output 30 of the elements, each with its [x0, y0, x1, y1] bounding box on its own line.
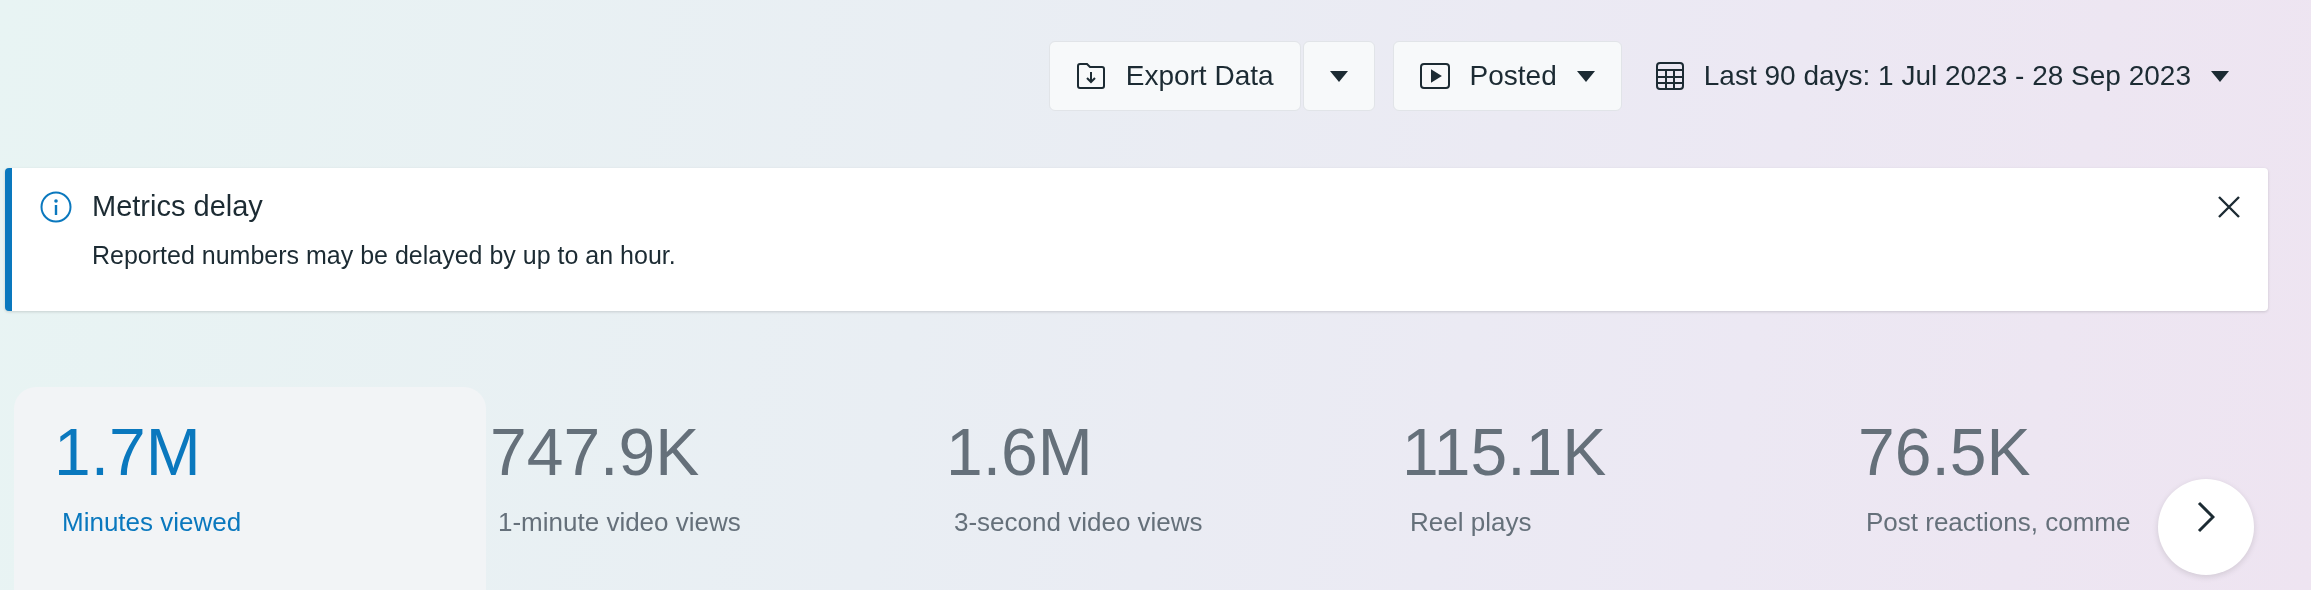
metric-tile[interactable]: 1.6M 3-second video views — [926, 387, 1382, 590]
notice-message: Reported numbers may be delayed by up to an hour. — [92, 243, 677, 268]
caret-icon — [1329, 70, 1348, 82]
metric-label: Reel plays — [1410, 507, 1532, 538]
calendar-icon — [1655, 62, 1684, 90]
posted-filter-button[interactable]: Posted — [1392, 41, 1622, 111]
caret-icon — [2211, 70, 2229, 82]
metric-tile[interactable]: 115.1K Reel plays — [1382, 387, 1838, 590]
metric-value: 747.9K — [490, 419, 700, 485]
metric-value: 76.5K — [1858, 419, 2031, 485]
notice-title: Metrics delay — [92, 192, 264, 221]
play-icon — [1419, 63, 1450, 89]
next-button[interactable] — [2158, 479, 2254, 575]
metric-label: Minutes viewed — [62, 507, 242, 538]
folder-download-icon — [1075, 62, 1106, 90]
export-data-button[interactable]: Export Data — [1048, 41, 1301, 111]
metric-label: 3-second video views — [954, 507, 1203, 538]
export-options-button[interactable] — [1302, 41, 1375, 111]
metric-value: 115.1K — [1402, 419, 1607, 485]
metric-label: 1-minute video views — [498, 507, 741, 538]
chevron-right-icon — [2197, 501, 2215, 533]
metric-value: 1.6M — [946, 419, 1093, 485]
caret-icon — [1576, 70, 1595, 82]
metric-label: Post reactions, comme — [1866, 507, 2131, 538]
metric-value: 1.7M — [54, 419, 201, 485]
metric-tile[interactable]: 76.5K Post reactions, comme — [1838, 387, 2294, 590]
date-range-button[interactable]: Last 90 days: 1 Jul 2023 - 28 Sep 2023 — [1639, 41, 2245, 111]
info-icon — [40, 191, 72, 223]
close-icon — [2217, 195, 2241, 219]
metric-tile[interactable]: 1.7M Minutes viewed — [14, 387, 486, 590]
